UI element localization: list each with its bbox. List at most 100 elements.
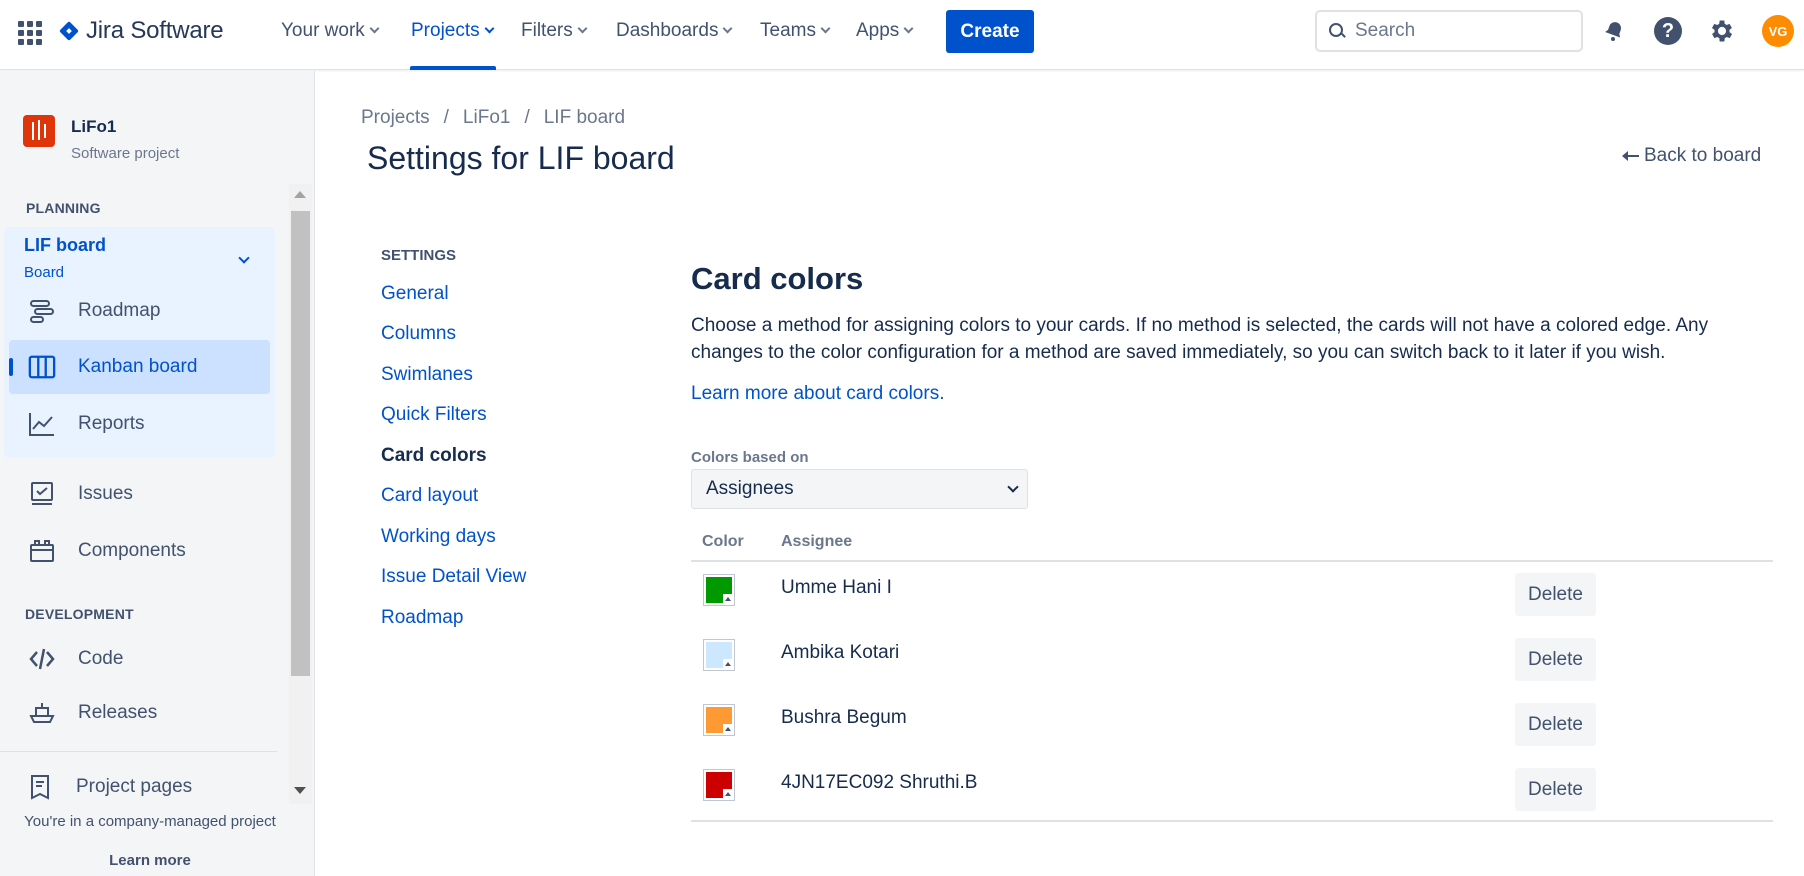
sidebar-item-label: Reports <box>78 413 145 434</box>
chevron-down-icon <box>1007 481 1019 493</box>
sidebar-item-issues[interactable]: Issues <box>28 480 133 508</box>
jira-logo[interactable]: Jira Software <box>58 17 224 45</box>
settings-nav-working-days[interactable]: Working days <box>381 526 496 548</box>
sidebar-item-label: Code <box>78 648 124 669</box>
nav-your-work[interactable]: Your work <box>281 20 380 42</box>
column-header-color: Color <box>702 533 744 550</box>
nav-teams[interactable]: Teams <box>760 20 831 42</box>
settings-nav-general[interactable]: General <box>381 283 449 305</box>
assignee-name: Umme Hani I <box>781 577 892 598</box>
code-icon <box>28 645 56 673</box>
active-item-indicator <box>9 358 13 376</box>
roadmap-icon <box>28 297 56 325</box>
breadcrumb-projects[interactable]: Projects <box>361 107 430 129</box>
assignee-name: Ambika Kotari <box>781 642 900 663</box>
settings-nav-swimlanes[interactable]: Swimlanes <box>381 364 473 386</box>
back-to-board-link[interactable]: Back to board <box>1622 145 1761 167</box>
components-icon <box>28 537 56 565</box>
settings-nav-label: SETTINGS <box>381 247 457 264</box>
create-button[interactable]: Create <box>946 10 1034 53</box>
scroll-up-arrow-icon[interactable] <box>294 191 306 198</box>
chevron-down-icon <box>369 23 380 34</box>
settings-nav-quick-filters[interactable]: Quick Filters <box>381 404 487 426</box>
color-swatch-picker[interactable] <box>703 704 735 736</box>
colors-based-on-select[interactable]: Assignees <box>691 469 1028 509</box>
assignee-name: Bushra Begum <box>781 707 907 728</box>
page-title: Settings for LIF board <box>367 140 675 176</box>
logo-text: Jira Software <box>86 17 224 44</box>
breadcrumb-separator: / <box>443 107 449 128</box>
delete-button[interactable]: Delete <box>1515 573 1596 616</box>
settings-nav-card-colors[interactable]: Card colors <box>381 445 487 467</box>
breadcrumb-separator: / <box>524 107 530 128</box>
sidebar-item-reports[interactable]: Reports <box>28 410 145 438</box>
color-swatch-picker[interactable] <box>703 639 735 671</box>
project-header[interactable]: LiFo1 Software project <box>23 115 179 162</box>
reports-icon <box>28 410 56 438</box>
search-input[interactable] <box>1355 20 1555 42</box>
planning-label: PLANNING <box>26 200 101 216</box>
nav-label: Apps <box>856 20 900 41</box>
releases-icon <box>28 699 56 727</box>
delete-button[interactable]: Delete <box>1515 638 1596 681</box>
delete-button[interactable]: Delete <box>1515 768 1596 811</box>
breadcrumb-project[interactable]: LiFo1 <box>463 107 511 129</box>
active-nav-indicator <box>410 66 496 70</box>
delete-button[interactable]: Delete <box>1515 703 1596 746</box>
project-type: Software project <box>71 145 180 162</box>
search-icon <box>1329 23 1345 39</box>
nav-apps[interactable]: Apps <box>856 20 914 42</box>
breadcrumb-board[interactable]: LIF board <box>544 107 625 129</box>
help-glyph: ? <box>1654 17 1682 45</box>
sidebar-divider <box>0 751 277 752</box>
color-swatch-picker[interactable] <box>703 769 735 801</box>
project-avatar-icon <box>23 115 55 147</box>
search-box[interactable] <box>1315 10 1583 52</box>
learn-more-card-colors-link[interactable]: Learn more about card colors. <box>691 383 944 405</box>
sidebar-item-project-pages[interactable]: Project pages <box>26 773 192 801</box>
sidebar-item-label: Issues <box>78 483 133 504</box>
sidebar-item-roadmap[interactable]: Roadmap <box>28 297 160 325</box>
sidebar-item-components[interactable]: Components <box>28 537 186 565</box>
settings-gear-icon[interactable] <box>1707 16 1737 46</box>
sidebar-item-label: Roadmap <box>78 300 161 321</box>
nav-dashboards[interactable]: Dashboards <box>616 20 733 42</box>
development-label: DEVELOPMENT <box>25 606 134 622</box>
scroll-down-arrow-icon[interactable] <box>294 787 306 794</box>
table-row: Bushra Begum Delete <box>691 692 1773 757</box>
user-avatar[interactable]: VG <box>1762 15 1794 47</box>
notifications-icon[interactable] <box>1599 16 1629 46</box>
sidebar-item-releases[interactable]: Releases <box>28 699 157 727</box>
nav-label: Projects <box>411 20 480 41</box>
settings-nav-card-layout[interactable]: Card layout <box>381 485 478 507</box>
nav-projects[interactable]: Projects <box>411 20 495 42</box>
issues-icon <box>28 480 56 508</box>
learn-more-link[interactable]: Learn more <box>0 852 300 869</box>
help-icon[interactable]: ? <box>1653 16 1683 46</box>
nav-label: Dashboards <box>616 20 719 41</box>
scrollbar-thumb[interactable] <box>291 211 310 676</box>
settings-nav-issue-detail-view[interactable]: Issue Detail View <box>381 566 526 588</box>
company-managed-note: You're in a company-managed project <box>24 813 276 830</box>
top-navigation: Jira Software Your work Projects Filters… <box>0 0 1804 70</box>
sidebar-item-label: Releases <box>78 702 158 723</box>
selected-method: Assignees <box>706 478 794 499</box>
board-title[interactable]: LIF board <box>24 235 106 256</box>
breadcrumb: Projects / LiFo1 / LIF board <box>361 107 625 129</box>
section-title: Card colors <box>691 261 864 296</box>
jira-logo-icon <box>58 20 80 42</box>
app-switcher-icon[interactable] <box>18 21 42 45</box>
settings-nav-roadmap[interactable]: Roadmap <box>381 607 463 629</box>
colors-based-on-label: Colors based on <box>691 449 809 466</box>
nav-filters[interactable]: Filters <box>521 20 588 42</box>
settings-nav-columns[interactable]: Columns <box>381 323 456 345</box>
sidebar-item-code[interactable]: Code <box>28 645 123 673</box>
sidebar-item-label: Project pages <box>76 776 193 797</box>
color-swatch-picker[interactable] <box>703 574 735 606</box>
chevron-down-icon <box>577 23 588 34</box>
sidebar-item-kanban-board[interactable]: Kanban board <box>28 353 197 381</box>
dropdown-arrow-icon <box>723 659 733 669</box>
assignee-name: 4JN17EC092 Shruthi.B <box>781 772 978 793</box>
table-row: Umme Hani I Delete <box>691 562 1773 627</box>
dropdown-arrow-icon <box>723 789 733 799</box>
